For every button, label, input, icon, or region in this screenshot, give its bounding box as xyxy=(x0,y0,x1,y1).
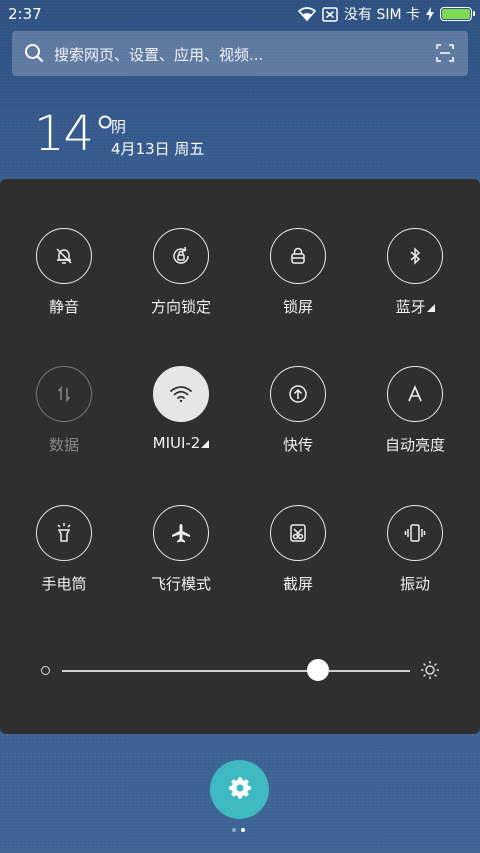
tile-vibrate[interactable]: 振动 xyxy=(360,505,470,594)
quick-settings-panel: 静音 方向锁定 锁屏 蓝牙 数据 MIUI-2 快传 自动亮度 手电筒 飞行模式… xyxy=(0,179,480,734)
upload-icon xyxy=(270,366,326,422)
no-sim-icon xyxy=(322,6,338,22)
bluetooth-icon xyxy=(387,228,443,284)
tile-lock-screen[interactable]: 锁屏 xyxy=(243,228,353,317)
tile-quick-transfer[interactable]: 快传 xyxy=(243,366,353,455)
status-bar: 2:37 没有 SIM 卡 xyxy=(0,0,480,28)
tile-auto-brightness-label: 自动亮度 xyxy=(384,436,445,454)
search-bar[interactable]: 搜索网页、设置、应用、视频... xyxy=(12,31,468,76)
airplane-icon xyxy=(153,505,209,561)
tile-wifi[interactable]: MIUI-2 xyxy=(126,366,236,452)
status-icons: 没有 SIM 卡 xyxy=(298,4,475,24)
battery-icon xyxy=(440,7,475,21)
tile-vibrate-label: 振动 xyxy=(399,575,430,593)
carrier-text: 没有 SIM 卡 xyxy=(344,7,420,23)
tile-flashlight[interactable]: 手电筒 xyxy=(9,505,119,594)
lock-icon xyxy=(270,228,326,284)
tile-quick-transfer-label: 快传 xyxy=(282,436,313,454)
tile-airplane[interactable]: 飞行模式 xyxy=(126,505,236,594)
data-arrows-icon xyxy=(36,366,92,422)
flashlight-icon xyxy=(36,505,92,561)
search-placeholder: 搜索网页、设置、应用、视频... xyxy=(54,46,264,64)
status-time: 2:37 xyxy=(8,5,42,23)
tile-airplane-label: 飞行模式 xyxy=(150,575,211,593)
tile-rotation-lock[interactable]: 方向锁定 xyxy=(126,228,236,317)
brightness-slider-handle[interactable] xyxy=(306,659,329,681)
page-indicator xyxy=(232,828,245,832)
tile-wifi-label: MIUI-2 xyxy=(126,434,236,452)
tile-flashlight-label: 手电筒 xyxy=(41,575,87,593)
weather-condition: 阴 xyxy=(111,118,127,136)
bell-off-icon xyxy=(36,228,92,284)
rotation-lock-icon xyxy=(153,228,209,284)
settings-button[interactable] xyxy=(210,760,269,819)
dim-sun-icon xyxy=(41,666,50,675)
gear-icon xyxy=(228,776,251,803)
more-indicator-icon xyxy=(201,440,210,448)
tile-auto-brightness[interactable]: 自动亮度 xyxy=(360,366,470,455)
scan-icon[interactable] xyxy=(436,44,454,66)
vibrate-icon xyxy=(387,505,443,561)
tile-lock-screen-label: 锁屏 xyxy=(282,298,313,316)
tile-screenshot-label: 截屏 xyxy=(282,575,313,593)
tile-data[interactable]: 数据 xyxy=(9,366,119,455)
scissors-icon xyxy=(270,505,326,561)
letter-a-icon xyxy=(387,366,443,422)
wifi-signal-icon xyxy=(298,7,316,21)
weather-temperature: 14° xyxy=(34,106,117,162)
wifi-icon xyxy=(153,366,209,422)
tile-mute-label: 静音 xyxy=(48,298,79,316)
tile-bluetooth-label: 蓝牙 xyxy=(360,296,470,317)
tile-mute[interactable]: 静音 xyxy=(9,228,119,317)
weather-date: 4月13日 周五 xyxy=(111,140,205,158)
tile-screenshot[interactable]: 截屏 xyxy=(243,505,353,594)
bright-sun-icon xyxy=(420,660,440,684)
tile-bluetooth[interactable]: 蓝牙 xyxy=(360,228,470,317)
search-icon xyxy=(24,43,44,67)
tile-data-label: 数据 xyxy=(48,436,79,454)
page-dot xyxy=(232,828,236,832)
brightness-slider-track[interactable] xyxy=(62,670,410,672)
tile-rotation-lock-label: 方向锁定 xyxy=(150,298,211,316)
page-dot-active xyxy=(241,828,245,832)
charging-icon xyxy=(426,7,434,21)
more-indicator-icon xyxy=(426,304,435,312)
